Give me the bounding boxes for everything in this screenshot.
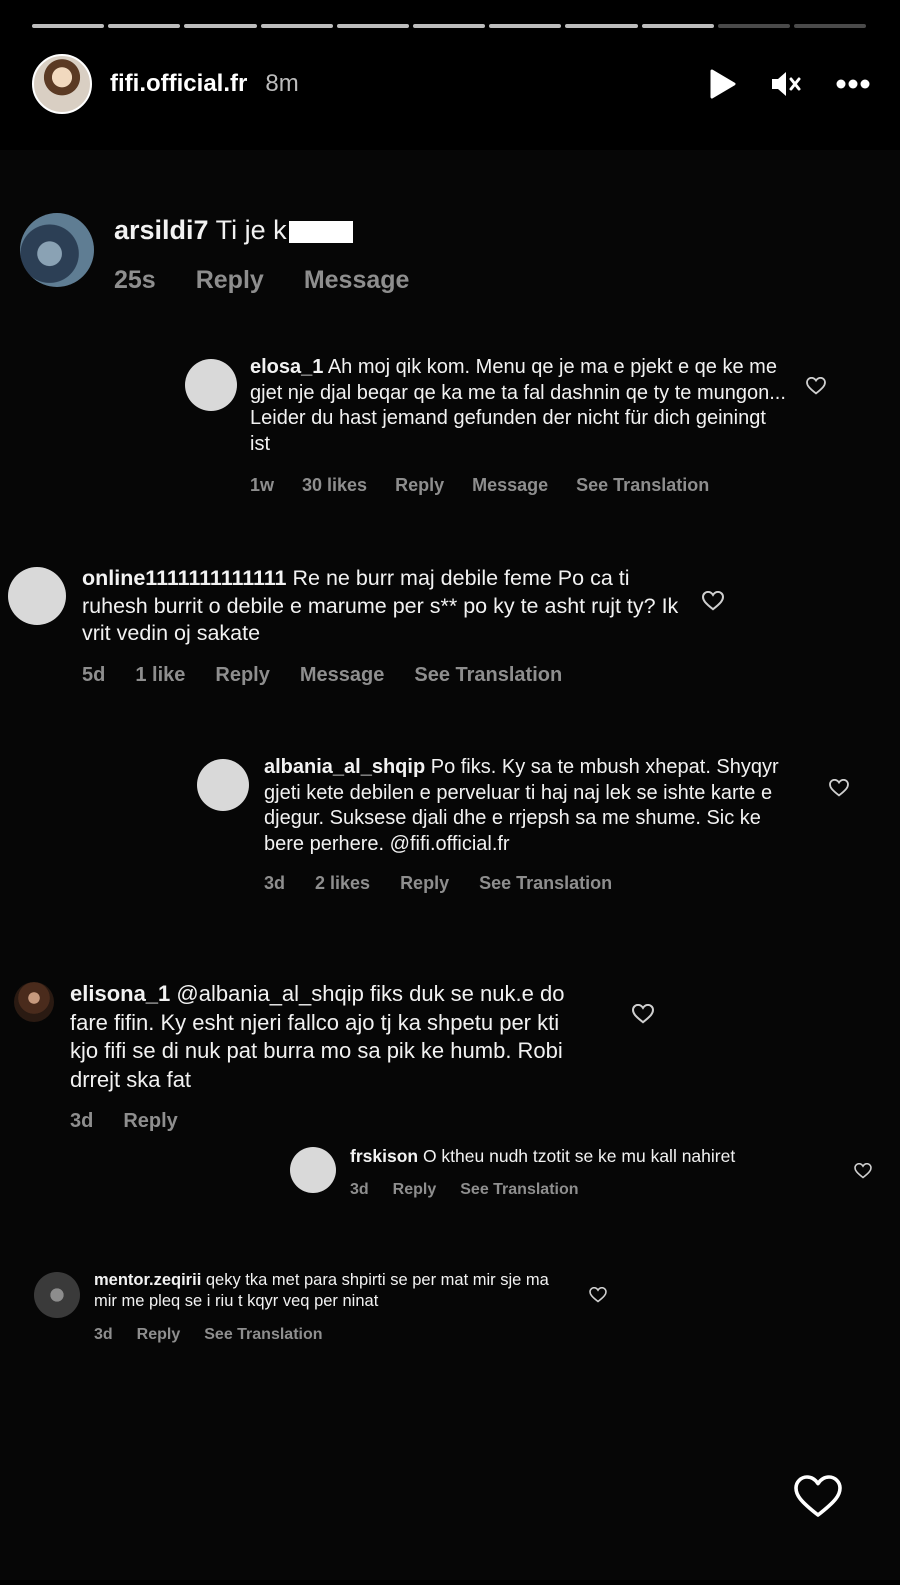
comment-username[interactable]: elosa_1 [250,356,323,378]
progress-segment [641,24,714,28]
comment-time: 3d [350,1181,369,1199]
comment-time: 3d [264,873,286,894]
avatar[interactable] [8,567,66,625]
reply-button[interactable]: Reply [393,1181,437,1199]
like-heart-icon[interactable] [829,778,849,802]
comment-text: elosa_1 Ah moj qik kom. Menu qe je ma e … [250,355,790,457]
progress-segment [717,24,790,28]
see-translation-button[interactable]: See Translation [204,1326,322,1344]
reply-button[interactable]: Reply [215,664,269,687]
comment-meta: 3d Reply [70,1110,590,1133]
like-heart-icon[interactable] [589,1286,607,1308]
avatar[interactable] [14,982,54,1022]
comment-username[interactable]: frskison [350,1146,418,1166]
comment-time: 25s [114,265,156,294]
comment-time: 1w [250,475,275,496]
more-icon[interactable] [836,79,870,89]
reply-button[interactable]: Reply [196,266,264,295]
see-translation-button[interactable]: See Translation [576,475,709,496]
comment-online1111111111111: online1111111111111 Re ne burr maj debil… [0,565,900,705]
progress-segment [32,24,105,28]
story-time: 8m [265,70,299,97]
comment-text: elisona_1 @albania_al_shqip fiks duk se … [70,980,590,1094]
redaction-block [288,220,353,243]
comment-meta: 3d Reply See Translation [94,1326,564,1344]
avatar[interactable] [20,213,94,287]
progress-segment [793,24,867,28]
see-translation-button[interactable]: See Translation [479,873,612,894]
comment-text: mentor.zeqirii qeky tka met para shpirti… [94,1270,564,1312]
progress-segment [412,24,486,28]
reply-button[interactable]: Reply [123,1110,177,1133]
progress-segment [489,24,562,28]
comment-time: 3d [94,1326,113,1344]
story-progress-bar [32,24,867,28]
story-header: fifi.official.fr 8m [32,52,870,116]
comment-username[interactable]: elisona_1 [70,981,170,1006]
comment-text: frskison O ktheu nudh tzotit se ke mu ka… [350,1145,850,1167]
message-button[interactable]: Message [304,266,410,295]
avatar[interactable] [290,1147,336,1193]
see-translation-button[interactable]: See Translation [414,664,562,687]
avatar[interactable] [197,759,249,811]
comment-mentor.zeqirii: mentor.zeqirii qeky tka met para shpirti… [0,1270,900,1380]
comment-username[interactable]: mentor.zeqirii [94,1271,201,1289]
see-translation-button[interactable]: See Translation [460,1181,578,1199]
comment-text: online1111111111111 Re ne burr maj debil… [82,565,682,648]
progress-segment [336,24,409,28]
comment-body: Ti je k [215,215,287,245]
comment-text: arsildi7 Ti je k [114,213,814,248]
story-avatar[interactable] [32,54,92,114]
comment-likes[interactable]: 30 likes [302,475,367,496]
comment-frskison: frskison O ktheu nudh tzotit se ke mu ka… [0,1145,900,1215]
reply-button[interactable]: Reply [400,873,449,894]
progress-segment [260,24,333,28]
comment-elisona_1: elisona_1 @albania_al_shqip fiks duk se … [0,980,900,1140]
comment-username[interactable]: albania_al_shqip [264,756,425,778]
comment-meta: 3d Reply See Translation [350,1181,850,1199]
comment-elosa_1: elosa_1 Ah moj qik kom. Menu qe je ma e … [0,355,900,505]
comment-likes[interactable]: 2 likes [315,873,370,894]
progress-segment [565,24,638,28]
like-heart-icon[interactable] [631,1003,655,1029]
mute-icon[interactable] [770,70,802,98]
comment-meta: 25s Reply Message [114,266,814,295]
reply-button[interactable]: Reply [395,475,444,496]
like-heart-icon[interactable] [701,590,725,616]
comment-albania_al_shqip: albania_al_shqip Po fiks. Ky sa te mbush… [0,755,900,930]
comment-text: albania_al_shqip Po fiks. Ky sa te mbush… [264,755,804,857]
comment-likes[interactable]: 1 like [135,664,185,687]
comment-time: 5d [82,663,106,686]
play-icon[interactable] [708,69,736,99]
story-like-heart-icon[interactable] [794,1475,842,1524]
avatar[interactable] [34,1272,80,1318]
progress-segment [184,24,257,28]
avatar[interactable] [185,359,237,411]
progress-segment [108,24,181,28]
story-username[interactable]: fifi.official.fr [110,70,247,98]
comment-arsildi7: arsildi7 Ti je k 25s Reply Message [0,205,900,305]
story-controls [708,69,870,99]
like-heart-icon[interactable] [854,1162,872,1184]
reply-button[interactable]: Reply [137,1326,181,1344]
comment-meta: 3d 2 likes Reply See Translation [264,873,804,894]
message-button[interactable]: Message [472,475,548,496]
comment-username[interactable]: arsildi7 [114,215,209,245]
comment-username[interactable]: online1111111111111 [82,566,287,590]
comment-meta: 1w 30 likes Reply Message See Translatio… [250,475,790,496]
comment-meta: 5d 1 like Reply Message See Translation [82,664,682,687]
comment-body: Ah moj qik kom. Menu qe je ma e pjekt e … [250,356,786,455]
comment-time: 3d [70,1110,94,1133]
message-button[interactable]: Message [300,664,385,687]
like-heart-icon[interactable] [806,376,826,400]
comment-body: O ktheu nudh tzotit se ke mu kall nahire… [422,1146,736,1166]
